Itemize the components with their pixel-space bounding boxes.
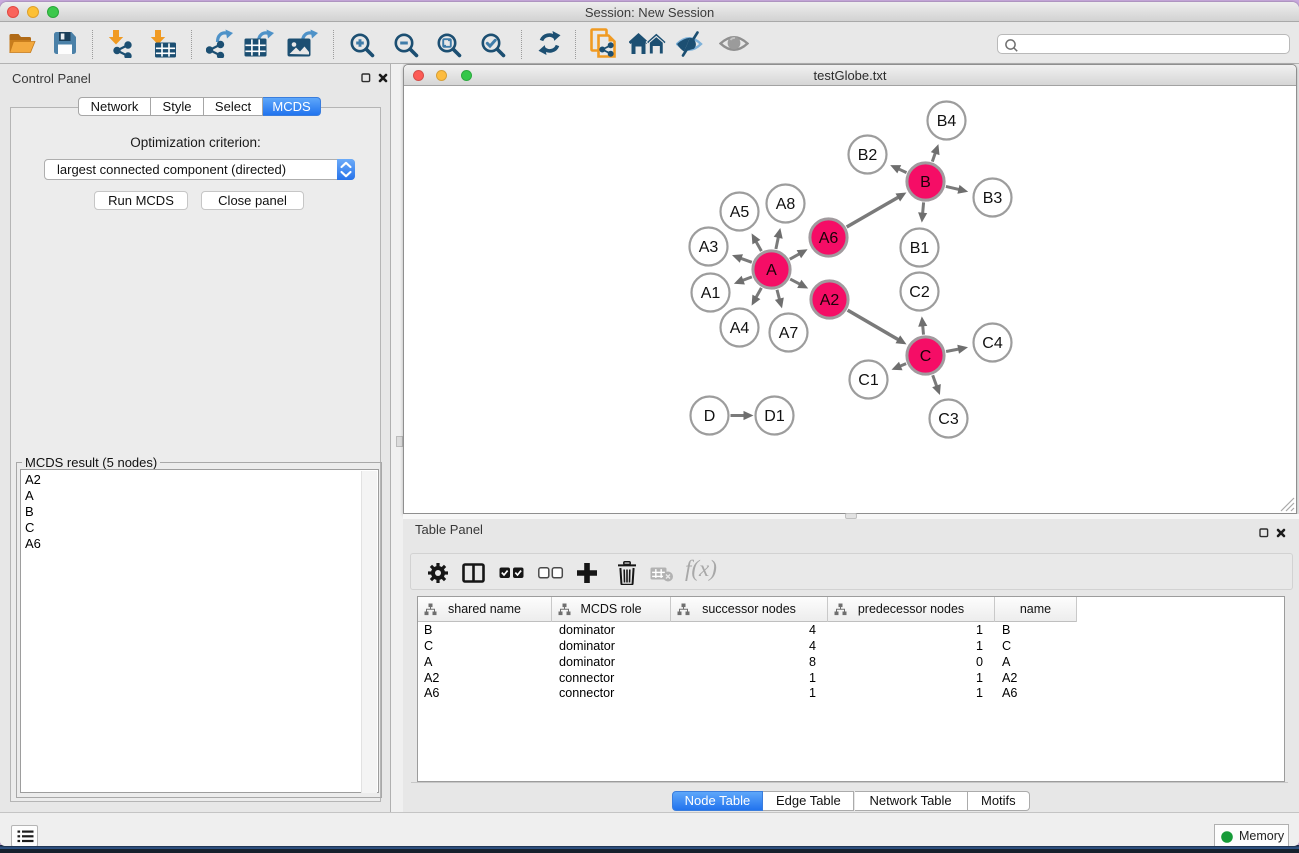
svg-text:B: B	[920, 174, 931, 191]
svg-text:B2: B2	[858, 147, 878, 164]
svg-text:A6: A6	[819, 230, 839, 247]
svg-text:A8: A8	[776, 196, 796, 213]
svg-text:A1: A1	[701, 285, 721, 302]
svg-text:A3: A3	[699, 239, 719, 256]
svg-text:D: D	[704, 408, 716, 425]
svg-text:C3: C3	[938, 411, 959, 428]
svg-text:C4: C4	[982, 335, 1003, 352]
svg-text:B3: B3	[983, 190, 1003, 207]
svg-text:C: C	[920, 348, 932, 365]
svg-text:A: A	[766, 262, 777, 279]
svg-text:C1: C1	[858, 372, 879, 389]
svg-text:A5: A5	[730, 204, 750, 221]
svg-text:B1: B1	[910, 240, 930, 257]
svg-text:A7: A7	[779, 325, 799, 342]
svg-text:A2: A2	[820, 292, 840, 309]
svg-text:D1: D1	[764, 408, 785, 425]
svg-text:B4: B4	[937, 113, 957, 130]
svg-text:C2: C2	[909, 284, 930, 301]
svg-text:A4: A4	[730, 320, 750, 337]
